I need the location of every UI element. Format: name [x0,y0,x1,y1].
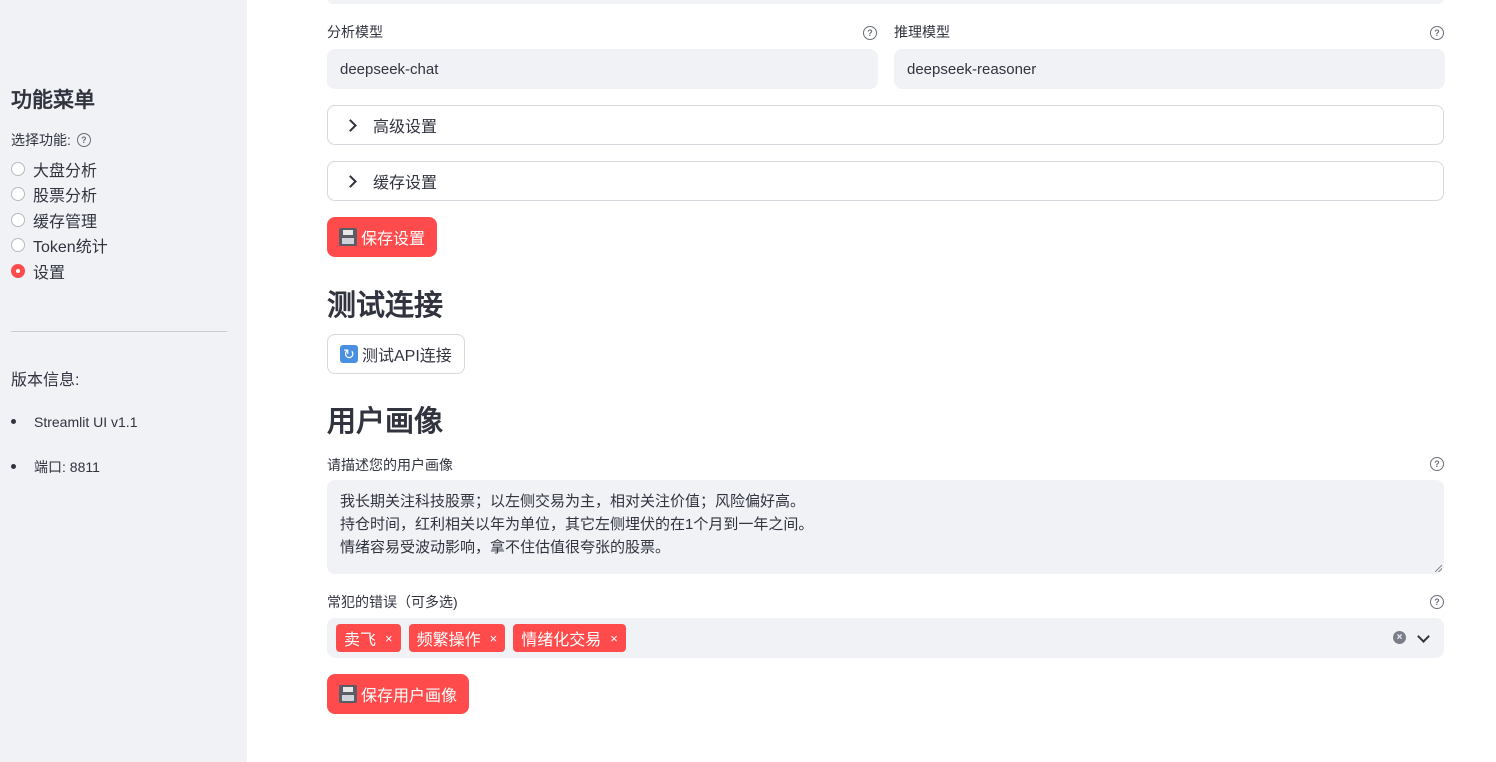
help-icon[interactable]: ? [863,26,877,40]
button-label: 测试API连接 [362,348,452,365]
tag-remove-icon[interactable]: × [610,631,618,646]
radio-option-market-analysis[interactable]: 大盘分析 [11,156,108,182]
textarea-line: 情绪容易受波动影响，拿不住估值很夸张的股票。 [340,539,671,556]
profile-description-label: 请描述您的用户画像 [327,457,453,473]
common-mistakes-multiselect[interactable]: 卖飞 × 频繁操作 × 情绪化交易 × × [327,618,1444,658]
list-item: 端口: 8811 [11,453,137,480]
save-profile-button[interactable]: 保存用户画像 [327,674,470,714]
radio-option-label: 大盘分析 [33,162,98,180]
version-item-text: Streamlit UI v1.1 [34,413,138,430]
version-info-list: Streamlit UI v1.1 端口: 8811 [11,408,137,498]
radio-option-settings[interactable]: 设置 [11,258,108,284]
list-item: Streamlit UI v1.1 [11,408,137,435]
tag-remove-icon[interactable]: × [385,631,393,646]
tag-label: 频繁操作 [416,632,481,649]
analysis-model-label: 分析模型 [327,24,383,40]
chevron-down-icon[interactable] [1417,630,1430,643]
selected-tag[interactable]: 情绪化交易 × [513,624,626,652]
chevron-right-icon [344,174,357,188]
radio-unchecked-icon[interactable] [11,187,25,202]
tag-remove-icon[interactable]: × [490,631,498,646]
radio-option-token-stats[interactable]: Token统计 [11,233,108,259]
reasoning-model-label: 推理模型 [894,24,950,40]
help-icon[interactable]: ? [1430,26,1444,40]
cache-settings-expander[interactable]: 缓存设置 [327,161,1444,201]
test-api-button[interactable]: ↻ 测试API连接 [327,334,465,374]
sidebar-title: 功能菜单 [11,89,95,112]
save-settings-button[interactable]: 保存设置 [327,217,438,257]
selected-tag[interactable]: 卖飞 × [336,624,401,652]
sidebar-divider [11,331,227,332]
radio-option-label: 股票分析 [33,188,98,206]
clear-all-icon[interactable]: × [1393,631,1406,644]
chevron-right-icon [344,118,357,132]
help-icon[interactable]: ? [1430,457,1444,471]
function-radio-group: 大盘分析 股票分析 缓存管理 Token统计 设置 [11,156,108,284]
radio-option-stock-analysis[interactable]: 股票分析 [11,182,108,208]
radio-option-cache-management[interactable]: 缓存管理 [11,207,108,233]
floppy-disk-icon [339,228,357,246]
help-icon[interactable]: ? [1430,595,1444,609]
textarea-line: 持仓时间，红利相关以年为单位，其它左侧埋伏的在1个月到一年之间。 [340,516,814,533]
bullet-icon [11,464,16,469]
radio-checked-icon[interactable] [11,263,25,278]
expander-label: 高级设置 [373,119,438,136]
bullet-icon [11,419,16,424]
button-label: 保存用户画像 [361,688,458,705]
radio-unchecked-icon[interactable] [11,212,25,227]
reasoning-model-input[interactable]: deepseek-reasoner [894,49,1445,89]
selected-tag[interactable]: 频繁操作 × [408,624,506,652]
sidebar: 功能菜单 选择功能: ? 大盘分析 股票分析 缓存管理 Token统计 设置 版… [0,0,247,762]
version-item-text: 端口: 8811 [34,458,100,475]
function-select-label: 选择功能: ? [11,130,91,150]
refresh-icon: ↻ [340,345,358,363]
user-profile-heading: 用户画像 [327,406,444,438]
floppy-disk-icon [339,685,357,703]
radio-option-label: 缓存管理 [33,213,98,231]
input-field-partial[interactable] [327,0,1444,4]
radio-unchecked-icon[interactable] [11,161,25,176]
tag-label: 卖飞 [344,632,377,649]
version-info-label: 版本信息: [11,372,80,389]
profile-description-textarea[interactable]: 我长期关注科技股票；以左侧交易为主，相对关注价值；风险偏好高。 持仓时间，红利相… [327,480,1444,574]
button-label: 保存设置 [361,231,426,248]
radio-option-label: Token统计 [33,239,108,257]
main-content: 分析模型 ? deepseek-chat 推理模型 ? deepseek-rea… [247,0,1496,762]
analysis-model-input[interactable]: deepseek-chat [327,49,878,89]
tag-label: 情绪化交易 [521,632,602,649]
radio-option-label: 设置 [33,264,66,282]
help-icon[interactable]: ? [76,133,91,147]
function-select-label-text: 选择功能: [11,132,71,148]
expander-label: 缓存设置 [373,175,438,192]
advanced-settings-expander[interactable]: 高级设置 [327,105,1444,145]
common-mistakes-label: 常犯的错误（可多选) [327,594,458,610]
radio-unchecked-icon[interactable] [11,238,25,253]
test-connection-heading: 测试连接 [327,290,444,322]
resize-handle-icon[interactable] [1435,565,1442,572]
textarea-line: 我长期关注科技股票；以左侧交易为主，相对关注价值；风险偏好高。 [340,493,806,510]
